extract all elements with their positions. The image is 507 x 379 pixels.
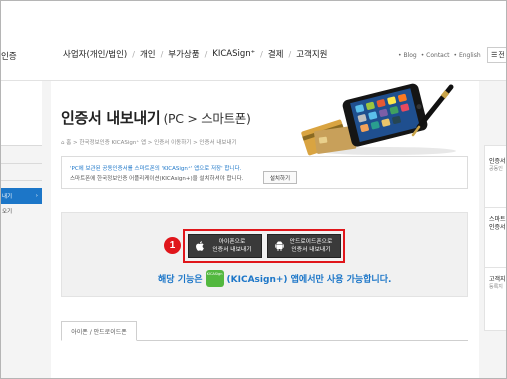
availability-prefix: 해당 기능은: [158, 275, 203, 285]
nav-item-support[interactable]: 고객지원: [296, 48, 327, 60]
phone-card-pen-illustration: [301, 83, 456, 156]
nav-item-kicasign[interactable]: KICASign⁺: [212, 49, 255, 59]
nav-item-business[interactable]: 사업자(개인/법인): [63, 48, 127, 60]
right-sidebar-item-smart-line2[interactable]: 인증서: [489, 222, 506, 231]
util-link-contact[interactable]: • Contact: [421, 52, 450, 59]
right-sidebar-subitem[interactable]: 등록지: [489, 283, 503, 290]
main-navigation: 사업자(개인/법인) / 개인 / 부가상품 / KICASign⁺ / 결제 …: [63, 48, 327, 60]
browser-frame: 인증 사업자(개인/법인) / 개인 / 부가상품 / KICASign⁺ / …: [0, 0, 507, 379]
util-link-english[interactable]: • English: [454, 52, 481, 59]
all-menu-button[interactable]: ☰ 전: [487, 47, 506, 63]
nav-separator: /: [288, 49, 292, 59]
sidebar-item-label: 내기: [2, 194, 13, 200]
site-logo-fragment[interactable]: 인증: [1, 50, 17, 62]
sidebar-item-import[interactable]: 오기: [1, 207, 12, 215]
export-download-area: 1 아이폰으로 인증서 내보내기 안드로이드폰으로 인증서 내보내기 해당 기능…: [61, 212, 468, 297]
utility-navigation: • Blog • Contact • English: [398, 52, 485, 59]
right-sidebar-item-certificate[interactable]: 인증서: [489, 156, 506, 165]
right-sidebar: 인증서 공동인 스마트 인증서 고객지 등록지: [484, 145, 506, 331]
info-notice-highlight: 'PC에 보관된 공동인증서를 스마트폰의 'KICASign⁺' 앱으로 저장…: [70, 166, 242, 172]
left-sidebar-divider: [1, 163, 42, 164]
right-sidebar-subitem[interactable]: 공동인: [489, 165, 503, 172]
kicasign-app-icon-label: KICASign: [206, 272, 223, 276]
nav-separator: /: [132, 49, 135, 59]
info-notice-box: 'PC에 보관된 공동인증서를 스마트폰의 'KICASign⁺' 앱으로 저장…: [61, 156, 468, 189]
page-title-main: 인증서 내보내기: [61, 109, 161, 127]
install-app-button[interactable]: 설치하기: [263, 171, 297, 184]
right-sidebar-divider: [485, 207, 506, 208]
right-sidebar-item-support[interactable]: 고객지: [489, 274, 506, 283]
kicasign-app-icon: KICASign: [205, 270, 224, 287]
util-link-blog[interactable]: • Blog: [398, 52, 417, 59]
left-sidebar-divider: [1, 145, 42, 146]
page-title-sub: (PC > 스마트폰): [163, 111, 251, 126]
tab-iphone-android[interactable]: 아이폰 / 안드로이드폰: [61, 321, 137, 341]
step-number-badge: 1: [164, 237, 181, 254]
site-header: 인증 사업자(개인/법인) / 개인 / 부가상품 / KICASign⁺ / …: [1, 1, 506, 81]
availability-suffix: (KICAsign+) 앱에서만 사용 가능합니다.: [226, 275, 392, 285]
left-sidebar-top: [1, 81, 42, 145]
nav-separator: /: [160, 49, 164, 59]
nav-item-personal[interactable]: 개인: [140, 48, 156, 60]
info-notice-text: 스마트폰에 한국정보인증 어플리케이션(KICAsign+)을 설치하셔야 합니…: [70, 176, 244, 182]
smartphone-icon: [342, 83, 428, 147]
nav-separator: /: [260, 49, 263, 59]
nav-item-payment[interactable]: 결제: [268, 48, 284, 60]
page-title: 인증서 내보내기 (PC > 스마트폰): [61, 107, 251, 128]
right-sidebar-divider: [485, 267, 506, 268]
menu-icon: ☰: [491, 51, 498, 59]
left-sidebar-divider: [1, 180, 42, 181]
chevron-right-icon: ›: [35, 193, 38, 199]
menu-button-label: 전: [498, 51, 505, 59]
breadcrumb: ⌂ 홈 > 한국정보인증 KICASign⁺ 앱 > 인증서 이동하기 > 인증…: [61, 140, 237, 146]
highlight-frame: [183, 229, 345, 263]
sidebar-item-export-active[interactable]: 내기 ›: [1, 188, 42, 204]
nav-separator: /: [204, 49, 208, 59]
nav-item-addons[interactable]: 부가상품: [168, 48, 199, 60]
availability-notice: 해당 기능은 KICASign (KICAsign+) 앱에서만 사용 가능합니…: [158, 270, 391, 287]
